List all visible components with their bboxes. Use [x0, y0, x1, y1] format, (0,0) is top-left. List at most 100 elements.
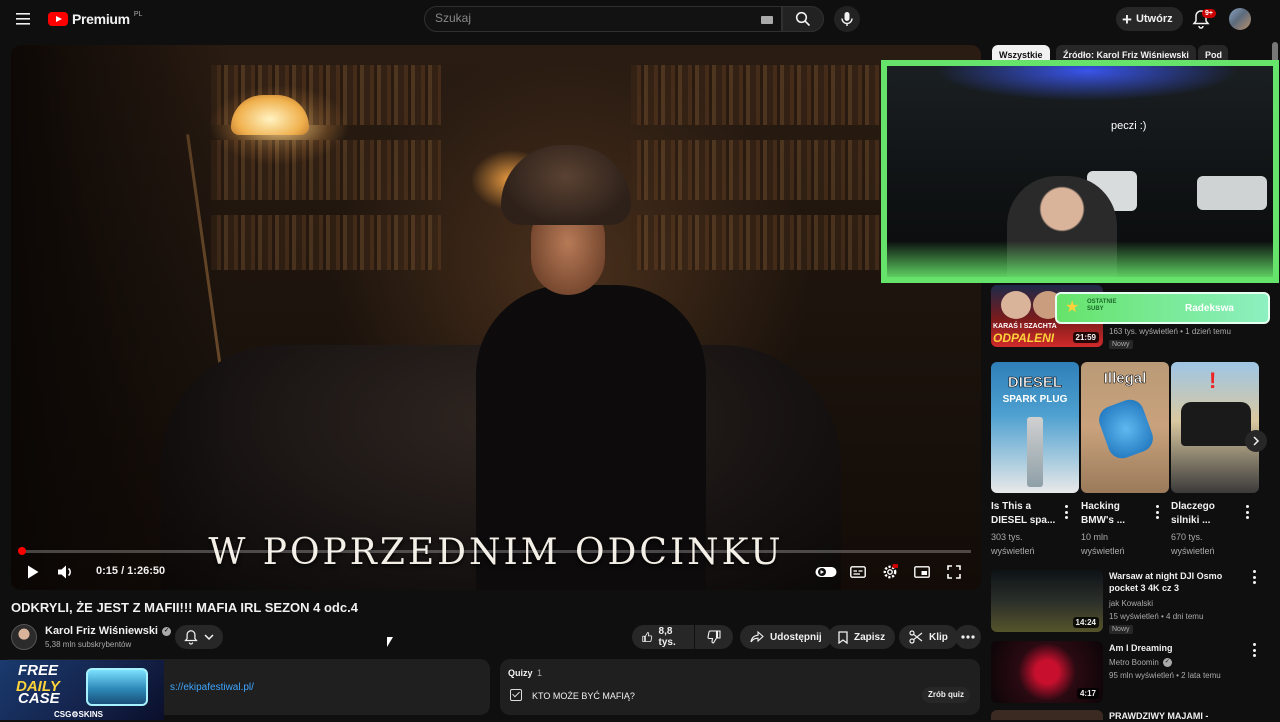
- short-title-2[interactable]: Hacking BMW's ...: [1081, 500, 1125, 528]
- video-player[interactable]: W POPRZEDNIM ODCINKU 0:15 / 1:26:50: [11, 45, 981, 590]
- video-title-1[interactable]: Warsaw at night DJI Osmo pocket 3 4K cz 3: [1109, 570, 1222, 594]
- quiz-question: KTO MOŻE BYĆ MAFIĄ?: [532, 691, 635, 701]
- short-menu-icon-2[interactable]: [1155, 505, 1159, 519]
- country-code: PL: [133, 10, 143, 18]
- quiz-panel: Quizy 1 KTO MOŻE BYĆ MAFIĄ? Zrób quiz: [500, 659, 980, 715]
- plus-icon: +: [1122, 9, 1132, 29]
- quiz-count: 1: [537, 668, 543, 678]
- short-views-3: 670 tys. wyświetleń: [1171, 532, 1215, 556]
- time-display: 0:15 / 1:26:50: [96, 565, 166, 577]
- account-avatar[interactable]: [1229, 8, 1251, 30]
- progress-scrubber[interactable]: [18, 547, 26, 555]
- voice-search-button[interactable]: [834, 6, 860, 32]
- recommendation-meta: 163 tys. wyświetleń • 1 dzień temu: [1109, 327, 1231, 336]
- quiz-heading: Quizy 1: [508, 668, 543, 678]
- video-title: ODKRYLI, ŻE JEST Z MAFII!!! MAFIA IRL SE…: [11, 600, 358, 615]
- settings-button[interactable]: [881, 562, 899, 582]
- top-bar: Premium PL + Utwórz 9+: [0, 0, 1280, 38]
- create-label: Utwórz: [1135, 13, 1173, 25]
- short-menu-icon-1[interactable]: [1064, 505, 1068, 519]
- more-horizontal-icon: [961, 635, 975, 639]
- shorts-next-button[interactable]: [1245, 430, 1267, 452]
- volume-icon: [58, 565, 71, 579]
- promo-line1: FREE: [18, 662, 59, 679]
- share-button[interactable]: Udostępnij: [740, 625, 832, 649]
- video-meta-1: 15 wyświetleń • 4 dni temu: [1109, 612, 1204, 621]
- latest-sub-widget: ★ OSTATNIE SUBY Radekswa: [1055, 292, 1270, 324]
- video-menu-icon-1[interactable]: [1252, 570, 1256, 584]
- search-input[interactable]: [435, 11, 735, 25]
- menu-icon[interactable]: [14, 9, 34, 29]
- video-channel-1[interactable]: jak Kowalski: [1109, 598, 1153, 609]
- case-chest-image: [86, 668, 148, 706]
- promo-overlay: FREE DAILY CASE CSG⚙SKINS: [0, 660, 164, 720]
- like-button[interactable]: 8,8 tys.: [632, 625, 694, 649]
- latest-sub-name: Radekswa: [1185, 303, 1234, 314]
- short-views-2: 10 mln wyświetleń: [1081, 532, 1125, 556]
- search-box: [424, 6, 782, 32]
- miniplayer-button[interactable]: [913, 562, 931, 582]
- clip-label: Klip: [929, 631, 948, 643]
- youtube-play-icon: [48, 12, 68, 26]
- verified-icon: ✓: [162, 626, 171, 636]
- video-thumbnail-1[interactable]: 14:24: [991, 570, 1103, 632]
- new-badge: Nowy: [1109, 625, 1133, 634]
- create-button[interactable]: + Utwórz: [1116, 7, 1183, 31]
- notifications-badge: 9+: [1202, 9, 1216, 18]
- star-icon: ★: [1065, 299, 1080, 316]
- video-menu-icon-2[interactable]: [1252, 643, 1256, 657]
- short-title-3[interactable]: Dlaczego silniki ...: [1171, 500, 1215, 528]
- save-button[interactable]: Zapisz: [828, 625, 896, 649]
- short-thumbnail-3[interactable]: !: [1171, 362, 1259, 493]
- short-thumb-text-1b: SPARK PLUG: [1002, 394, 1068, 405]
- autoplay-toggle[interactable]: [815, 562, 837, 582]
- video-thumbnail-2[interactable]: 4:17: [991, 641, 1103, 703]
- facecam-caption: peczi :): [1111, 120, 1147, 132]
- subscriber-count: 5,38 mln subskrybentów: [45, 640, 132, 649]
- youtube-logo[interactable]: Premium PL: [48, 10, 142, 28]
- search-button[interactable]: [782, 6, 824, 32]
- volume-button[interactable]: [55, 562, 77, 582]
- miniplayer-icon: [914, 566, 930, 578]
- channel-name-text: Karol Friz Wiśniewski: [45, 625, 158, 637]
- scissors-icon: [909, 630, 923, 644]
- channel-name[interactable]: Karol Friz Wiśniewski ✓: [45, 625, 171, 637]
- video-thumbnail-3[interactable]: [991, 710, 1103, 720]
- fullscreen-button[interactable]: [945, 562, 963, 582]
- video-frame: [11, 45, 981, 590]
- share-label: Udostępnij: [770, 631, 822, 643]
- chevron-down-icon: [204, 634, 214, 641]
- dislike-button[interactable]: [695, 625, 733, 649]
- gear-icon: [883, 564, 898, 579]
- short-thumbnail-1[interactable]: DIESEL SPARK PLUG: [991, 362, 1079, 493]
- new-badge: Nowy: [1109, 340, 1133, 349]
- video-title-2[interactable]: Am I Dreaming: [1109, 642, 1173, 654]
- microphone-icon: [841, 12, 853, 26]
- short-thumbnail-2[interactable]: Illegal: [1081, 362, 1169, 493]
- quiz-check-icon: [510, 689, 522, 701]
- autoplay-toggle-icon: [815, 567, 837, 577]
- promo-brand: CSG⚙SKINS: [54, 710, 103, 719]
- channel-avatar[interactable]: [11, 624, 37, 650]
- more-actions-button[interactable]: [955, 625, 981, 649]
- take-quiz-button[interactable]: Zrób quiz: [922, 687, 970, 703]
- latest-sub-label: OSTATNIE SUBY: [1087, 299, 1117, 312]
- play-icon: [28, 565, 39, 579]
- video-duration: 21:59: [1072, 332, 1099, 343]
- keyboard-icon[interactable]: [761, 16, 773, 24]
- description-link[interactable]: s://ekipafestiwal.pl/: [170, 682, 254, 693]
- video-duration: 14:24: [1072, 617, 1099, 628]
- subtitles-button[interactable]: [849, 562, 867, 582]
- video-meta-2: 95 mln wyświetleń • 2 lata temu: [1109, 671, 1221, 680]
- short-views-1: 303 tys. wyświetleń: [991, 532, 1035, 556]
- video-title-3[interactable]: PRAWDZIWY MAJAMI -: [1109, 710, 1208, 722]
- thumbs-down-icon: [707, 630, 721, 644]
- clip-button[interactable]: Klip: [899, 625, 958, 649]
- play-button[interactable]: [23, 562, 43, 582]
- video-channel-2[interactable]: Metro Boomin ✓: [1109, 657, 1172, 668]
- short-menu-icon-3[interactable]: [1245, 505, 1249, 519]
- short-title-1[interactable]: Is This a DIESEL spa...: [991, 500, 1055, 528]
- progress-bar[interactable]: [21, 550, 971, 553]
- subscription-bell-button[interactable]: [175, 625, 223, 649]
- fullscreen-icon: [947, 565, 961, 579]
